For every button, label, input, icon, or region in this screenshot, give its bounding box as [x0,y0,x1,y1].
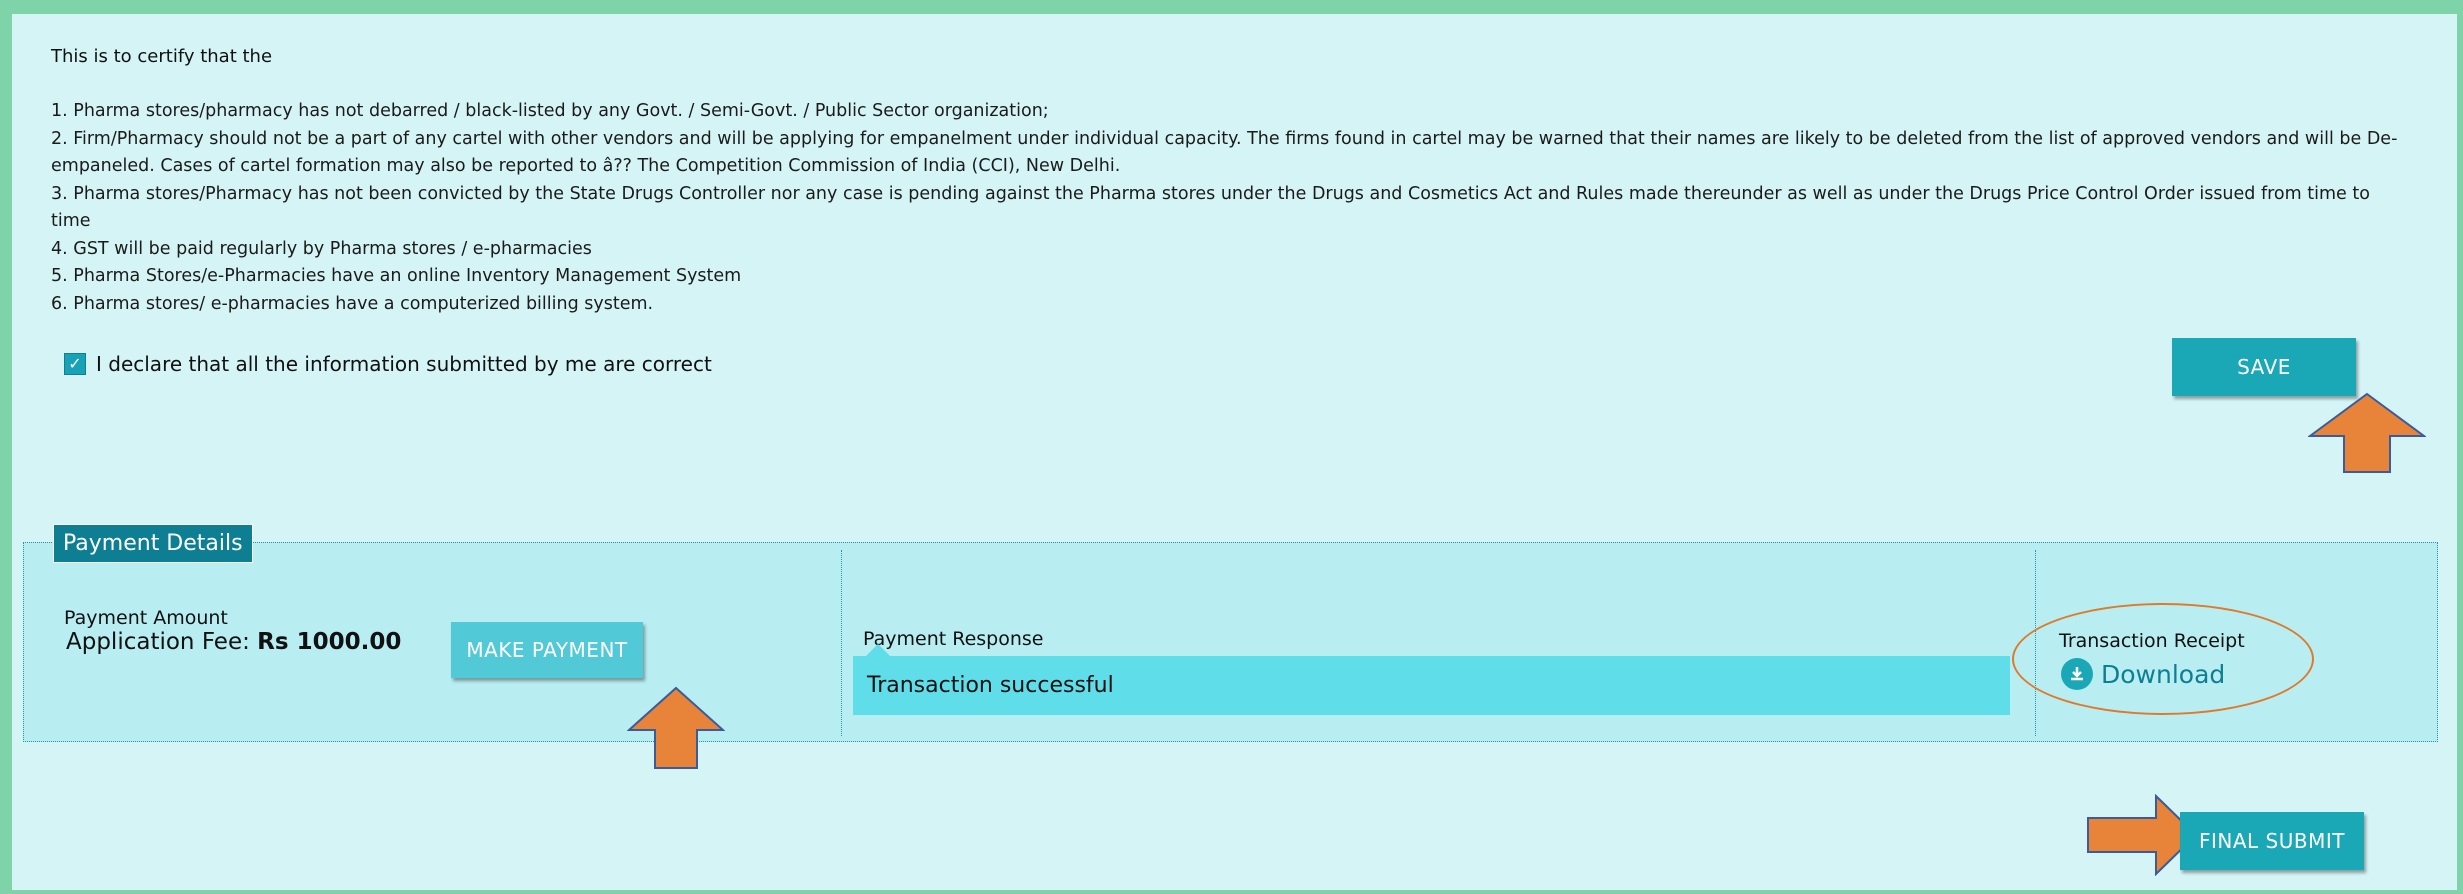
save-button[interactable]: SAVE [2172,338,2356,396]
declaration-label: I declare that all the information submi… [96,352,712,376]
declaration-row[interactable]: ✓ I declare that all the information sub… [64,352,712,376]
list-item: 5. Pharma Stores/e-Pharmacies have an on… [51,266,742,286]
list-item: 3. Pharma stores/Pharmacy has not been c… [51,183,2370,232]
fee-value: Rs 1000.00 [257,629,402,655]
certification-list: 1. Pharma stores/pharmacy has not debarr… [51,98,2401,318]
payment-response-value: Transaction successful [853,656,2010,715]
list-item: 2. Firm/Pharmacy should not be a part of… [51,128,2398,177]
payment-amount-label: Payment Amount [64,607,228,629]
list-item: 1. Pharma stores/pharmacy has not debarr… [51,101,1049,121]
fee-label: Application Fee: [66,629,258,655]
arrow-up-icon [627,686,725,769]
certification-heading: This is to certify that the [51,46,273,67]
check-icon: ✓ [68,354,82,373]
list-item: 4. GST will be paid regularly by Pharma … [51,238,592,259]
arrow-up-icon [2308,392,2426,473]
final-submit-button[interactable]: FINAL SUBMIT [2180,812,2364,870]
application-fee: Application Fee: Rs 1000.00 [66,629,401,655]
payment-details-legend: Payment Details [53,524,253,563]
column-divider [841,550,842,736]
declaration-checkbox[interactable]: ✓ [64,353,86,375]
receipt-highlight [2012,603,2314,715]
make-payment-button[interactable]: MAKE PAYMENT [451,622,643,678]
list-item: 6. Pharma stores/ e-pharmacies have a co… [51,293,654,314]
